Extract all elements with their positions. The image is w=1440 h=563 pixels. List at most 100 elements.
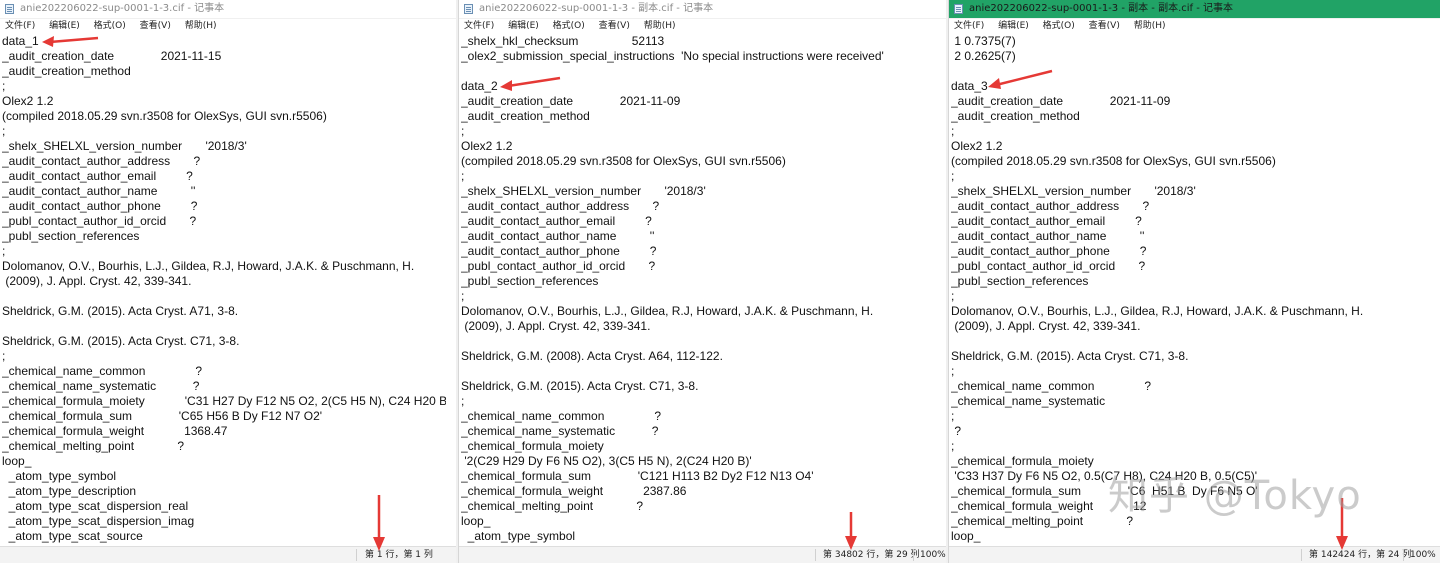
cursor-position: 第 1 行，第 1 列 — [365, 550, 433, 560]
text-line: data_2 — [461, 79, 498, 93]
text-line — [461, 364, 936, 379]
text-editor[interactable]: 1 0.7375(7) 2 0.2625(7) data_3 _audit_crea… — [951, 34, 1430, 547]
text-line: _shelx_SHELXL_version_number '2018/3' — [2, 139, 247, 153]
text-line: _publ_section_references — [951, 274, 1089, 288]
text-line: _atom_type_symbol — [461, 529, 576, 543]
text-line: _audit_contact_author_address ? — [461, 199, 660, 213]
text-line: _chemical_name_systematic ? — [461, 424, 659, 438]
text-line: _chemical_formula_moiety 'C31 H27 Dy F12… — [2, 394, 446, 408]
text-line: Olex2 1.2 — [2, 94, 54, 108]
menu-help[interactable]: 帮助(H) — [644, 19, 676, 34]
text-line: _chemical_name_systematic — [951, 394, 1106, 408]
text-line: _audit_contact_author_email ? — [2, 169, 193, 183]
text-line — [2, 289, 446, 304]
menu-format[interactable]: 格式(O) — [553, 19, 585, 34]
text-line — [461, 334, 936, 349]
text-line: loop_ — [951, 529, 981, 543]
menu-help[interactable]: 帮助(H) — [1134, 19, 1166, 34]
text-line: _chemical_melting_point ? — [461, 499, 644, 513]
menu-format[interactable]: 格式(O) — [1043, 19, 1075, 34]
text-line: loop_ — [2, 454, 32, 468]
text-line: Sheldrick, G.M. (2008). Acta Cryst. A64,… — [461, 349, 723, 363]
text-line: Sheldrick, G.M. (2015). Acta Cryst. A71,… — [2, 304, 239, 318]
text-line: (2009), J. Appl. Cryst. 42, 339-341. — [951, 319, 1141, 333]
menu-bar: 文件(F) 编辑(E) 格式(O) 查看(V) 帮助(H) — [0, 19, 456, 34]
text-line: _atom_type_scat_dispersion_imag — [2, 514, 195, 528]
title-bar[interactable]: anie202206022-sup-0001-1-3 - 副本 - 副本.cif… — [949, 0, 1440, 19]
text-line: ; — [461, 289, 465, 303]
menu-format[interactable]: 格式(O) — [94, 19, 126, 34]
menu-view[interactable]: 查看(V) — [140, 19, 171, 34]
notepad-icon — [954, 4, 963, 14]
cursor-position: 第 34802 行，第 29 列 — [823, 550, 920, 560]
text-line: _audit_contact_author_name '' — [2, 184, 196, 198]
menu-edit[interactable]: 编辑(E) — [508, 19, 539, 34]
text-line: _audit_creation_date 2021-11-09 — [951, 94, 1171, 108]
text-line: Sheldrick, G.M. (2015). Acta Cryst. C71,… — [951, 349, 1189, 363]
menu-file[interactable]: 文件(F) — [954, 19, 984, 34]
text-line: _audit_contact_author_address ? — [951, 199, 1150, 213]
window-title: anie202206022-sup-0001-1-3 - 副本.cif - 记事… — [479, 3, 714, 14]
title-bar[interactable]: anie202206022-sup-0001-1-3.cif - 记事本 — [0, 0, 456, 19]
text-line: (compiled 2018.05.29 svn.r3508 for OlexS… — [2, 109, 327, 123]
notepad-icon — [464, 4, 473, 14]
menu-bar: 文件(F) 编辑(E) 格式(O) 查看(V) 帮助(H) — [459, 19, 946, 34]
text-line: _olex2_submission_special_instructions '… — [461, 49, 884, 63]
text-line: _publ_contact_author_id_orcid ? — [951, 259, 1146, 273]
status-separator — [1403, 549, 1404, 561]
text-line: _shelx_hkl_checksum 52113 — [461, 34, 665, 48]
text-line: _chemical_formula_sum 'C121 H113 B2 Dy2 … — [461, 469, 814, 483]
title-bar[interactable]: anie202206022-sup-0001-1-3 - 副本.cif - 记事… — [459, 0, 946, 19]
menu-help[interactable]: 帮助(H) — [185, 19, 217, 34]
text-line: _audit_contact_author_phone ? — [461, 244, 657, 258]
notepad-icon — [5, 4, 14, 14]
zoom-level: 100% — [920, 550, 946, 560]
text-line: (2009), J. Appl. Cryst. 42, 339-341. — [2, 274, 192, 288]
status-bar: 第 34802 行，第 29 列 100% — [459, 546, 946, 563]
text-line: _atom_type_description — [2, 484, 137, 498]
text-line: _atom_type_scat_dispersion_real — [2, 499, 189, 513]
window-title: anie202206022-sup-0001-1-3 - 副本 - 副本.cif… — [969, 3, 1234, 14]
text-line: ; — [461, 394, 465, 408]
text-line: ; — [951, 289, 955, 303]
menu-view[interactable]: 查看(V) — [599, 19, 630, 34]
menu-file[interactable]: 文件(F) — [5, 19, 35, 34]
text-line — [951, 64, 1430, 79]
text-line: _audit_creation_date 2021-11-09 — [461, 94, 681, 108]
text-line: ; — [461, 169, 465, 183]
text-line: _publ_contact_author_id_orcid ? — [2, 214, 197, 228]
text-line: _atom_type_symbol — [2, 469, 117, 483]
text-line: Sheldrick, G.M. (2015). Acta Cryst. C71,… — [2, 334, 240, 348]
text-line: _publ_section_references — [2, 229, 140, 243]
text-line: 2 0.2625(7) — [951, 49, 1016, 63]
text-editor[interactable]: data_1 _audit_creation_date 2021-11-15 _au… — [2, 34, 446, 547]
text-line: _chemical_name_common ? — [951, 379, 1152, 393]
text-line: _audit_contact_author_email ? — [461, 214, 652, 228]
menu-file[interactable]: 文件(F) — [464, 19, 494, 34]
text-editor[interactable]: _shelx_hkl_checksum 52113 _olex2_submissi… — [461, 34, 936, 547]
text-line: _audit_contact_author_address ? — [2, 154, 201, 168]
menu-edit[interactable]: 编辑(E) — [49, 19, 80, 34]
text-line: _chemical_name_systematic ? — [2, 379, 200, 393]
text-line: Olex2 1.2 — [951, 139, 1003, 153]
text-line: _audit_contact_author_name '' — [951, 229, 1145, 243]
text-line: (compiled 2018.05.29 svn.r3508 for OlexS… — [951, 154, 1276, 168]
text-line: _audit_creation_method — [951, 109, 1080, 123]
text-line: ; — [951, 169, 955, 183]
text-line: ; — [951, 124, 955, 138]
text-line: (compiled 2018.05.29 svn.r3508 for OlexS… — [461, 154, 786, 168]
menu-view[interactable]: 查看(V) — [1089, 19, 1120, 34]
text-line: _chemical_formula_moiety — [951, 454, 1094, 468]
text-line — [951, 334, 1430, 349]
text-line: _chemical_name_common ? — [461, 409, 662, 423]
text-line: ; — [951, 364, 955, 378]
text-line: _audit_contact_author_email ? — [951, 214, 1142, 228]
text-line: _chemical_formula_sum 'C65 H56 B Dy F12 … — [2, 409, 323, 423]
menu-edit[interactable]: 编辑(E) — [998, 19, 1029, 34]
zoom-level: 100% — [1410, 550, 1436, 560]
status-separator — [1301, 549, 1302, 561]
text-line: Olex2 1.2 — [461, 139, 513, 153]
text-line — [2, 319, 446, 334]
menu-bar: 文件(F) 编辑(E) 格式(O) 查看(V) 帮助(H) — [949, 19, 1440, 34]
text-line: ; — [2, 244, 6, 258]
